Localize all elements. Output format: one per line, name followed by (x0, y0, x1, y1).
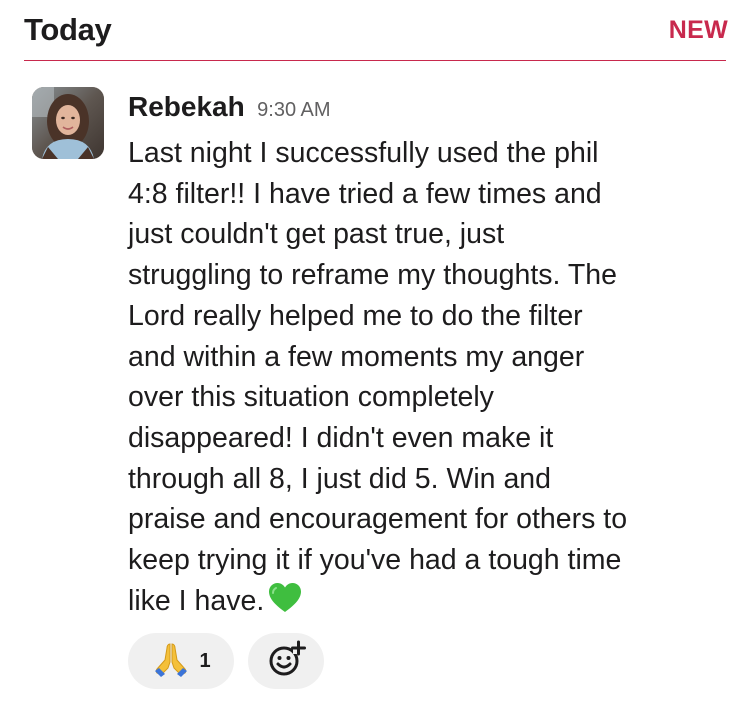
folded-hands-icon (151, 641, 191, 682)
reaction-count: 1 (199, 649, 211, 672)
green-heart-icon (268, 582, 302, 626)
day-divider: Today NEW (24, 0, 728, 61)
new-messages-label: NEW (668, 16, 728, 44)
avatar-photo-icon (32, 87, 104, 159)
add-reaction-button[interactable] (248, 633, 324, 689)
message-body-text: Last night I successfully used the phil … (128, 137, 628, 617)
reaction-folded-hands[interactable]: 1 (128, 633, 234, 689)
reactions-bar: 1 (128, 633, 324, 689)
day-label[interactable]: Today (24, 12, 112, 48)
message-header: Rebekah 9:30 AM (128, 91, 331, 123)
message-text: Last night I successfully used the phil … (128, 133, 728, 625)
user-avatar[interactable] (32, 87, 104, 159)
add-reaction-icon (266, 639, 306, 684)
message-timestamp[interactable]: 9:30 AM (257, 99, 330, 121)
author-name[interactable]: Rebekah (128, 91, 245, 122)
